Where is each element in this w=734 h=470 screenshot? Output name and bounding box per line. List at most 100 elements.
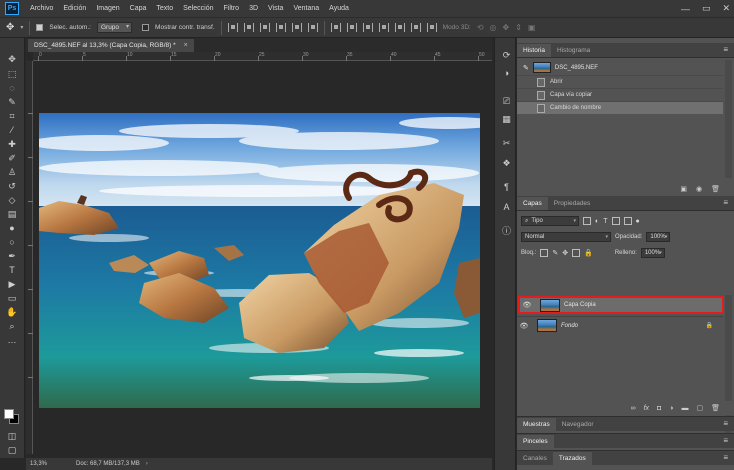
hand-tool-icon[interactable]: ✋ [6,306,18,318]
tab-canales[interactable]: Canales [517,452,553,465]
clone-source-icon[interactable]: ▦ [501,114,512,125]
more-tools-icon[interactable]: … [6,334,18,346]
fx-icon[interactable]: fx [644,405,649,412]
path-select-tool-icon[interactable]: ▶ [6,278,18,290]
align-top-icon[interactable] [227,23,238,32]
new-document-from-state-icon[interactable]: ▣ [680,185,687,193]
tab-capas[interactable]: Capas [517,197,548,210]
distribute-vcenter-icon[interactable] [346,23,357,32]
menu-imagen[interactable]: Imagen [91,5,124,12]
distribute-top-icon[interactable] [330,23,341,32]
history-step-current[interactable]: Cambio de nombre [517,101,723,114]
menu-ventana[interactable]: Ventana [288,5,324,12]
blend-mode-dropdown[interactable]: Normal [521,232,611,242]
menu-edicion[interactable]: Edición [58,5,91,12]
rectangle-tool-icon[interactable]: ▭ [6,292,18,304]
tab-histograma[interactable]: Histograma [551,44,596,57]
type-tool-icon[interactable]: T [6,264,18,276]
3d-slide-icon[interactable]: ⇕ [515,23,522,32]
3d-scale-icon[interactable]: ▣ [528,23,536,32]
healing-brush-tool-icon[interactable]: ✚ [6,138,18,150]
history-brush-tool-icon[interactable]: ↺ [6,180,18,192]
tool-preset-chevron-icon[interactable]: ▾ [20,24,23,31]
history-scrollbar[interactable] [725,60,732,178]
close-button[interactable]: ✕ [722,3,730,14]
menu-seleccion[interactable]: Selección [178,5,218,12]
gradient-tool-icon[interactable]: ▤ [6,208,18,220]
panel-menu-icon[interactable]: ≡ [723,198,728,207]
info-panel-icon[interactable]: ⓘ [501,226,512,237]
history-step[interactable]: Capa vía copiar [517,88,723,101]
tab-trazados[interactable]: Trazados [552,452,592,465]
dodge-tool-icon[interactable]: ○ [6,236,18,248]
filter-smartobject-icon[interactable] [623,217,632,225]
filter-shape-icon[interactable] [611,217,620,225]
menu-capa[interactable]: Capa [125,5,152,12]
move-tool-icon[interactable]: ✥ [6,22,14,33]
lock-all-icon[interactable]: 🔒 [584,249,593,257]
panel-menu-icon[interactable]: ≡ [723,45,728,54]
document-tab[interactable]: DSC_4895.NEF al 13,3% (Capa Copia, RGB/8… [28,39,194,52]
foreground-color-swatch[interactable] [4,409,14,419]
lock-position-icon[interactable]: ✥ [562,249,568,257]
pen-tool-icon[interactable]: ✒ [6,250,18,262]
autoselect-checkbox[interactable] [36,24,44,31]
distribute-bottom-icon[interactable] [362,23,373,32]
3d-rotate-icon[interactable]: ⟲ [477,23,484,32]
layer-row[interactable]: 👁 Fondo 🔒 [517,316,723,334]
add-mask-icon[interactable]: ◘ [657,405,661,412]
move-tool-icon[interactable]: ✥ [6,53,18,65]
history-step[interactable]: Abrir [517,75,723,88]
minimize-button[interactable]: — [681,4,690,14]
align-vcenter-icon[interactable] [243,23,254,32]
zoom-tool-icon[interactable]: ⌕ [6,320,18,332]
panel-menu-icon[interactable]: ≡ [723,453,728,462]
lock-image-icon[interactable]: ✎ [552,249,558,257]
quick-select-tool-icon[interactable]: ✎ [6,96,18,108]
delete-state-icon[interactable]: 🗑 [711,185,720,193]
align-right-icon[interactable] [307,23,318,32]
lasso-tool-icon[interactable]: ◌ [6,82,18,94]
screen-mode-icon[interactable]: ▢ [6,444,18,456]
menu-3d[interactable]: 3D [244,5,263,12]
clone-stamp-tool-icon[interactable]: ♙ [6,166,18,178]
marquee-tool-icon[interactable]: ⬚ [6,68,18,80]
align-hcenter-icon[interactable] [291,23,302,32]
zoom-level[interactable]: 13,3% [26,461,76,467]
maximize-button[interactable]: ▭ [702,3,711,14]
filter-toggle-icon[interactable]: ● [636,218,640,225]
status-menu-icon[interactable]: › [146,461,148,467]
brush-settings-icon[interactable]: ⎚ [501,96,512,107]
menu-filtro[interactable]: Filtro [219,5,245,12]
libraries-icon[interactable]: ❖ [501,158,512,169]
blur-tool-icon[interactable]: ● [6,222,18,234]
link-layers-icon[interactable]: ∞ [631,405,636,412]
tool-presets-icon[interactable]: ✂ [501,138,512,149]
visibility-eye-icon[interactable]: 👁 [517,322,531,330]
menu-ayuda[interactable]: Ayuda [324,5,354,12]
lock-transparent-icon[interactable] [540,249,549,257]
filter-type-icon[interactable]: T [603,218,607,225]
new-adjustment-icon[interactable]: ◑ [669,405,673,412]
opacity-field[interactable]: 100% [646,232,671,242]
canvas-area[interactable] [33,61,492,454]
layer-name[interactable]: Capa Copia [564,302,596,308]
new-group-icon[interactable]: ▬ [681,405,688,412]
visibility-eye-icon[interactable]: 👁 [520,301,534,309]
align-left-icon[interactable] [275,23,286,32]
adjustments-panel-icon[interactable]: ◑ [501,68,512,79]
new-layer-icon[interactable]: ▢ [696,404,703,412]
tab-pinceles[interactable]: Pinceles [517,435,554,448]
close-document-icon[interactable]: × [184,42,188,49]
menu-archivo[interactable]: Archivo [25,5,58,12]
character-panel-icon[interactable]: A [501,202,512,213]
fill-field[interactable]: 100% [640,248,665,258]
delete-layer-icon[interactable]: 🗑 [711,404,720,412]
menu-texto[interactable]: Texto [151,5,178,12]
tab-navegador[interactable]: Navegador [556,418,600,431]
quick-mask-icon[interactable]: ◫ [6,430,18,442]
tab-muestras[interactable]: Muestras [517,418,556,431]
show-transform-checkbox[interactable] [142,24,150,31]
document-image[interactable] [39,113,480,408]
tab-historia[interactable]: Historia [517,44,552,57]
